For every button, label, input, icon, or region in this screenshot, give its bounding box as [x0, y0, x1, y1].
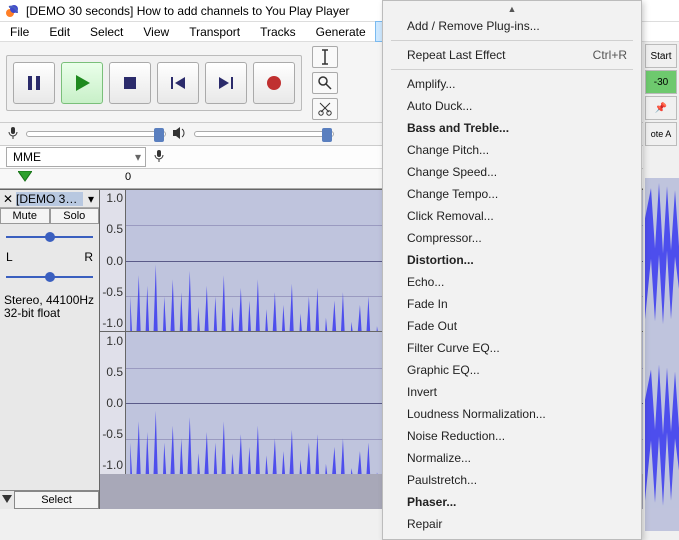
menu-item-invert[interactable]: Invert: [383, 381, 641, 403]
menu-item-auto-duck[interactable]: Auto Duck...: [383, 95, 641, 117]
menu-transport[interactable]: Transport: [179, 22, 250, 41]
menu-item-noise-reduction[interactable]: Noise Reduction...: [383, 425, 641, 447]
right-pin-icon[interactable]: 📌: [645, 96, 677, 120]
track-close-button[interactable]: ✕: [2, 192, 14, 206]
menu-view[interactable]: View: [133, 22, 179, 41]
pan-slider[interactable]: [6, 268, 93, 286]
right-ote-label: ote A: [645, 122, 677, 146]
window-title: [DEMO 30 seconds] How to add channels to…: [26, 4, 350, 18]
right-start-label: Start: [645, 44, 677, 68]
track-select-button[interactable]: Select: [14, 491, 99, 509]
menu-item-repair[interactable]: Repair: [383, 513, 641, 535]
menu-item-normalize[interactable]: Normalize...: [383, 447, 641, 469]
audio-host-combo[interactable]: MME: [6, 147, 146, 167]
menu-item-fade-in[interactable]: Fade In: [383, 293, 641, 315]
playhead-marker-icon[interactable]: [18, 171, 32, 186]
menu-item-change-speed[interactable]: Change Speed...: [383, 161, 641, 183]
menu-item-loudness-normalization[interactable]: Loudness Normalization...: [383, 403, 641, 425]
right-waveform-peek: [645, 178, 679, 531]
effect-menu-dropdown: ▲ Add / Remove Plug-ins... Repeat Last E…: [382, 0, 642, 540]
pan-right-label: R: [84, 250, 93, 264]
menu-item-fade-out[interactable]: Fade Out: [383, 315, 641, 337]
zoom-tool-button[interactable]: [312, 72, 338, 94]
right-neg30-label: -30: [645, 70, 677, 94]
collapse-button[interactable]: [0, 491, 14, 509]
menu-edit[interactable]: Edit: [39, 22, 80, 41]
skip-end-button[interactable]: [205, 62, 247, 104]
menu-item-change-tempo[interactable]: Change Tempo...: [383, 183, 641, 205]
track-menu-button[interactable]: ▾: [85, 192, 97, 206]
skip-start-button[interactable]: [157, 62, 199, 104]
transport-group: [6, 55, 302, 111]
record-button[interactable]: [253, 62, 295, 104]
vertical-scale-right: 1.0 0.5 0.0 -0.5 -1.0: [100, 332, 126, 474]
pause-button[interactable]: [13, 62, 55, 104]
play-button[interactable]: [61, 62, 103, 104]
menu-separator: [391, 40, 633, 41]
timeline-zero-label: 0: [125, 171, 131, 183]
track-control-panel: ✕ [DEMO 30 se ▾ Mute Solo LR Stereo, 441…: [0, 190, 100, 509]
stop-button[interactable]: [109, 62, 151, 104]
menu-tracks[interactable]: Tracks: [250, 22, 306, 41]
gain-slider[interactable]: [6, 228, 93, 246]
menu-item-click-removal[interactable]: Click Removal...: [383, 205, 641, 227]
menu-item-change-pitch[interactable]: Change Pitch...: [383, 139, 641, 161]
pan-left-label: L: [6, 250, 13, 264]
recording-volume-slider[interactable]: [26, 131, 166, 137]
menu-item-distortion[interactable]: Distortion...: [383, 249, 641, 271]
mic-icon: [6, 126, 20, 143]
vertical-scale-left: 1.0 0.5 0.0 -0.5 -1.0: [100, 190, 126, 331]
menu-item-amplify[interactable]: Amplify...: [383, 73, 641, 95]
menu-item-filter-curve-eq[interactable]: Filter Curve EQ...: [383, 337, 641, 359]
selection-tool-button[interactable]: [312, 46, 338, 68]
track-name-label[interactable]: [DEMO 30 se: [16, 192, 83, 206]
menu-item-bass-and-treble[interactable]: Bass and Treble...: [383, 117, 641, 139]
speaker-icon: [172, 126, 188, 143]
menu-item-repeat-last-effect[interactable]: Repeat Last EffectCtrl+R: [383, 44, 641, 66]
menu-item-paulstretch[interactable]: Paulstretch...: [383, 469, 641, 491]
app-icon: [4, 3, 20, 19]
mic-device-icon: [152, 149, 166, 166]
playback-volume-slider[interactable]: [194, 131, 334, 137]
menu-scroll-up[interactable]: ▲: [383, 3, 641, 15]
menu-item-echo[interactable]: Echo...: [383, 271, 641, 293]
solo-button[interactable]: Solo: [50, 208, 100, 224]
menu-item-graphic-eq[interactable]: Graphic EQ...: [383, 359, 641, 381]
menu-item-compressor[interactable]: Compressor...: [383, 227, 641, 249]
cut-tool-button[interactable]: [312, 98, 338, 120]
menu-separator: [391, 69, 633, 70]
mute-button[interactable]: Mute: [0, 208, 50, 224]
menu-select[interactable]: Select: [80, 22, 133, 41]
menu-file[interactable]: File: [0, 22, 39, 41]
track-format-line2: 32-bit float: [4, 307, 95, 320]
menu-item-phaser[interactable]: Phaser...: [383, 491, 641, 513]
menu-item-add-remove-plugins[interactable]: Add / Remove Plug-ins...: [383, 15, 641, 37]
menu-generate[interactable]: Generate: [306, 22, 376, 41]
